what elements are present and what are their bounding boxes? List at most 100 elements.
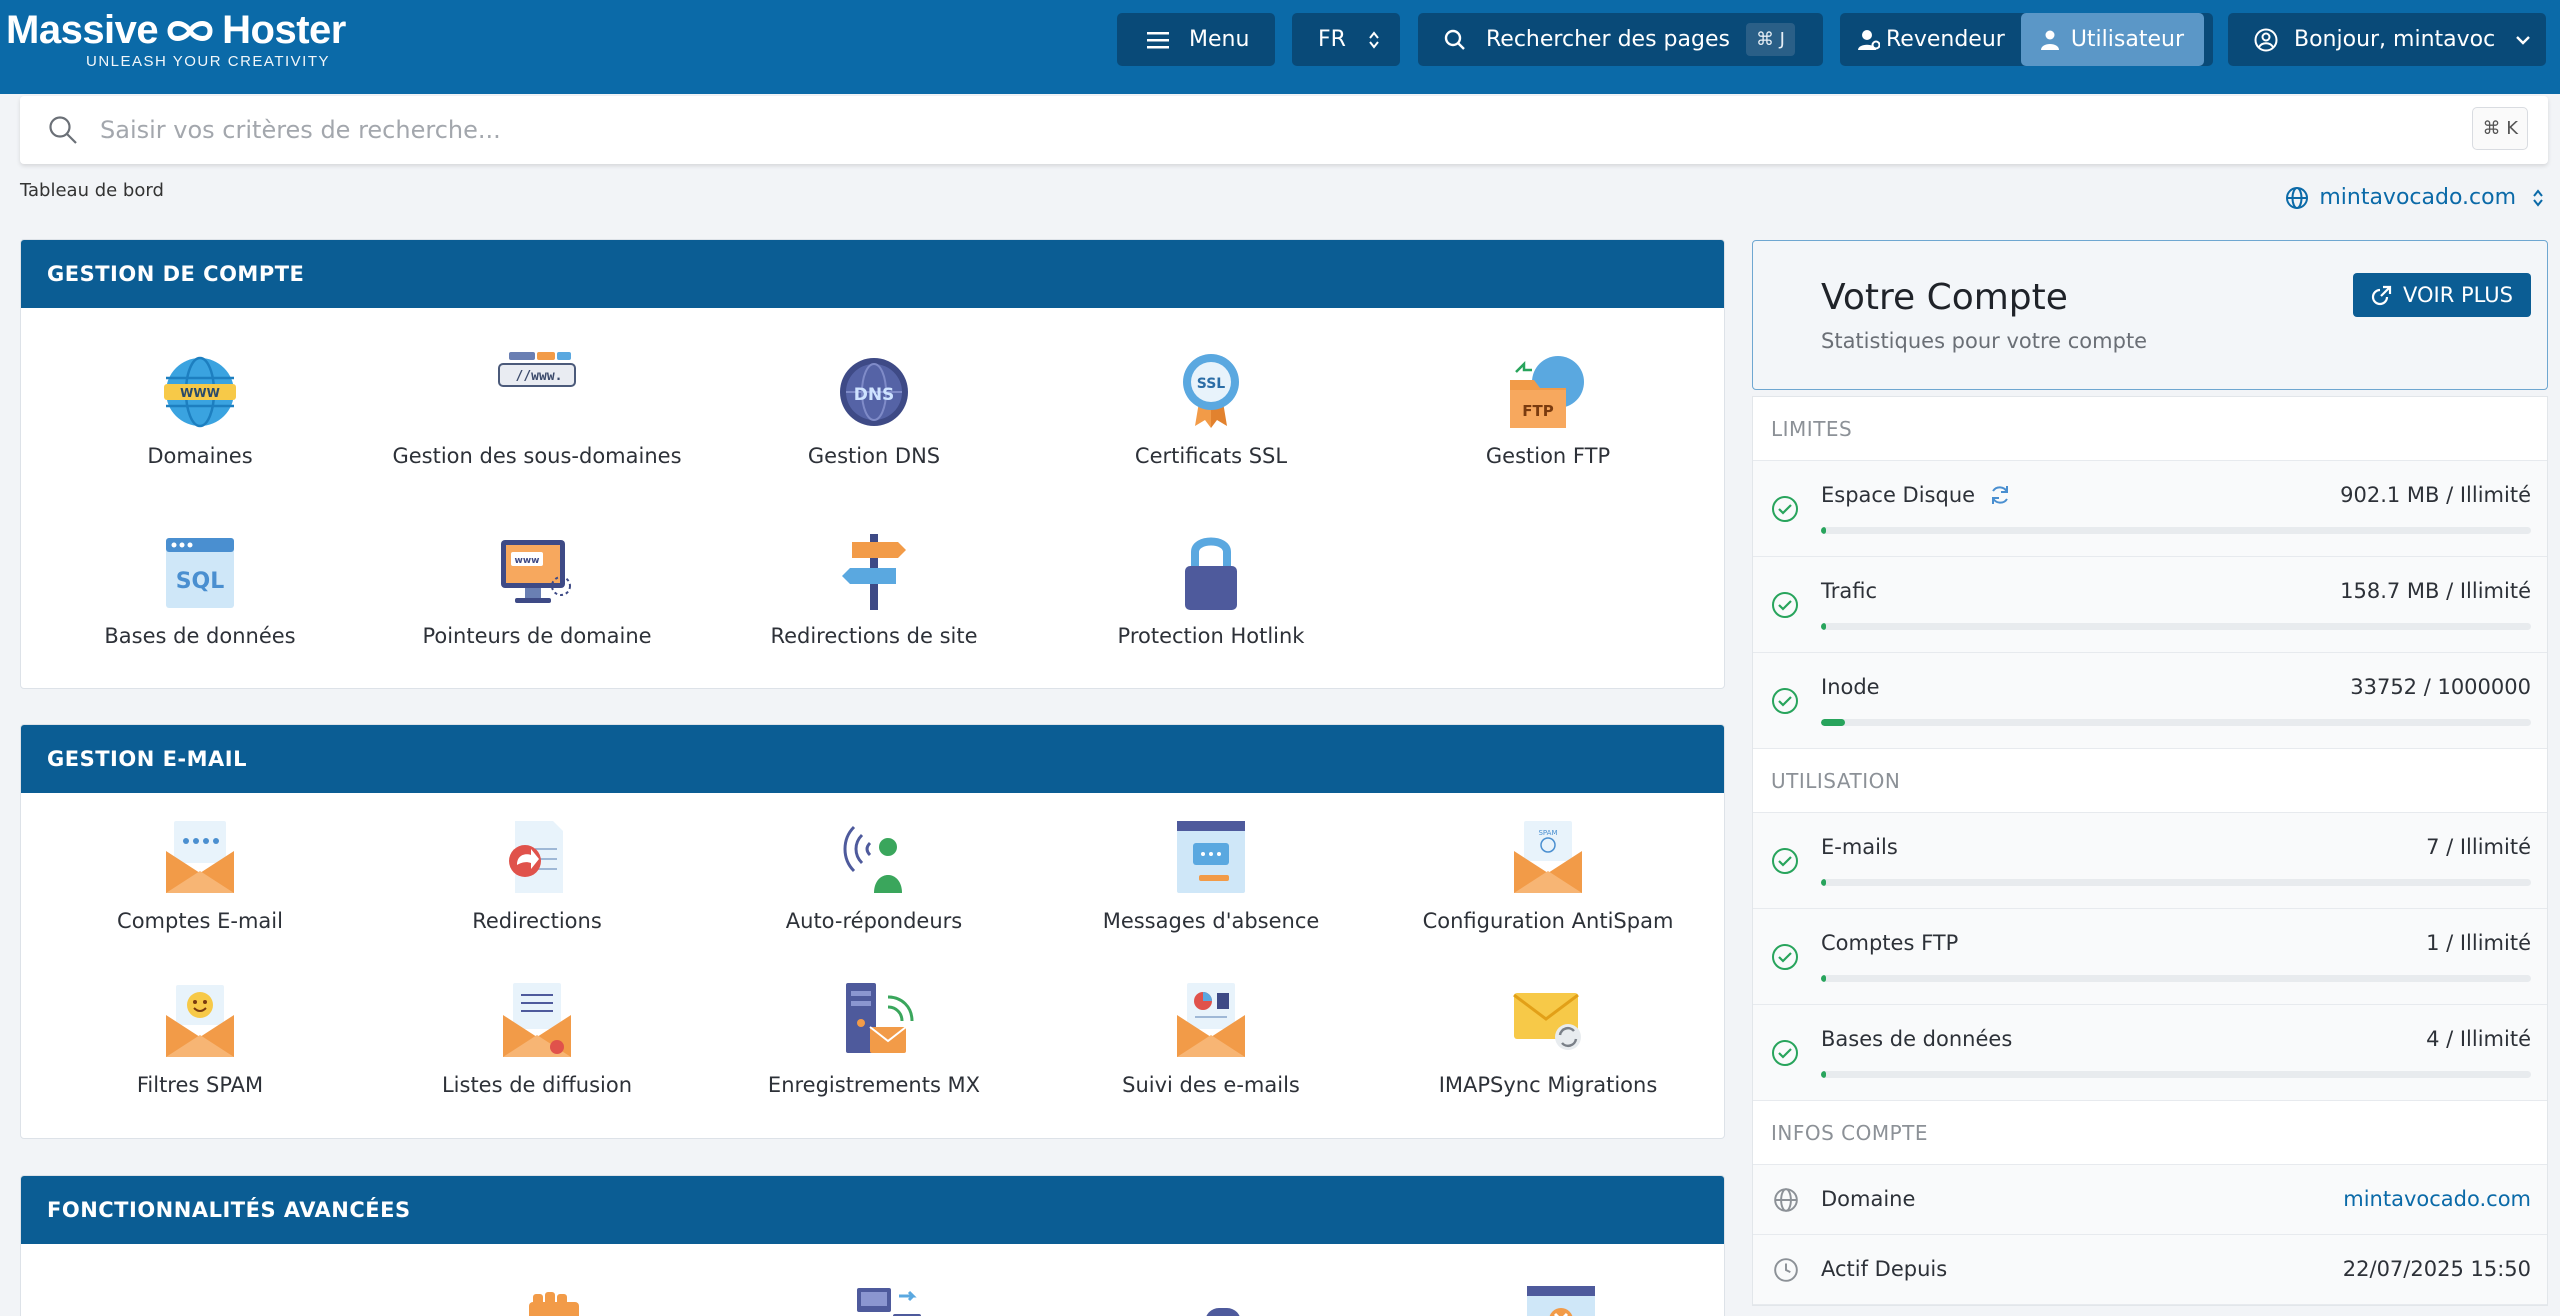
stat-value: 1 / Illimité — [2426, 931, 2531, 955]
stat-progress-fill — [1821, 527, 1826, 534]
globe-icon — [1774, 1188, 1798, 1212]
account-card-title: Votre Compte — [1821, 277, 2068, 318]
tile-spam-filters[interactable]: Filtres SPAM — [32, 979, 368, 1102]
tile-label: Enregistrements MX — [767, 1073, 981, 1097]
stat-progress-fill — [1821, 623, 1826, 630]
spam-filter-icon — [166, 985, 234, 1057]
clock-icon — [1774, 1258, 1798, 1282]
brand-logo[interactable]: Massive Hoster UNLEASH YOUR CREATIVITY — [6, 8, 346, 70]
stat-name: E-mails — [1821, 835, 1898, 859]
search-icon — [1444, 29, 1465, 50]
role-reseller-label: Revendeur — [1886, 27, 2005, 52]
page-search-button[interactable]: Rechercher des pages ⌘ J — [1418, 13, 1823, 66]
stat-value: 902.1 MB / Illimité — [2340, 483, 2531, 507]
breadcrumb[interactable]: Tableau de bord — [20, 180, 164, 201]
tile-email-accounts[interactable]: Comptes E-mail — [32, 815, 368, 938]
menu-label: Menu — [1189, 27, 1250, 52]
globe-www-icon: WWW — [164, 356, 236, 428]
tile-label: Protection Hotlink — [1117, 624, 1305, 648]
tile-label: Gestion DNS — [807, 444, 941, 468]
domain-selector[interactable]: mintavocado.com — [2285, 185, 2544, 210]
account-summary-card: Votre Compte Statistiques pour votre com… — [1752, 240, 2548, 390]
tile-label: Configuration AntiSpam — [1422, 909, 1674, 933]
refresh-icon[interactable] — [1989, 484, 2011, 506]
dns-icon: DNS — [840, 358, 908, 426]
hand-icon[interactable] — [519, 1290, 589, 1316]
tile-imapsync[interactable]: IMAPSync Migrations — [1380, 979, 1716, 1102]
tile-domain-pointers[interactable]: www Pointeurs de domaine — [369, 530, 705, 653]
stat-value: 7 / Illimité — [2426, 835, 2531, 859]
tile-site-redirects[interactable]: Redirections de site — [706, 530, 1042, 653]
tile-dns[interactable]: DNS Gestion DNS — [706, 350, 1042, 473]
tile-mailing-lists[interactable]: Listes de diffusion — [369, 979, 705, 1102]
account-info-section-title: INFOS COMPTE — [1753, 1101, 2547, 1165]
info-value-domain-link[interactable]: mintavocado.com — [2343, 1187, 2531, 1211]
language-label: FR — [1318, 27, 1346, 52]
advanced-feature-icon[interactable] — [191, 1300, 231, 1316]
tile-antispam-config[interactable]: SPAM Configuration AntiSpam — [1380, 815, 1716, 938]
stat-name: Comptes FTP — [1821, 931, 1959, 955]
stat-progress-bar — [1821, 623, 2531, 630]
email-management-title: GESTION E-MAIL — [21, 725, 1724, 793]
tile-label: Certificats SSL — [1134, 444, 1288, 468]
chevron-updown-icon — [1369, 30, 1379, 49]
stat-progress-fill — [1821, 879, 1826, 886]
tile-label: Comptes E-mail — [117, 909, 283, 933]
user-icon — [2040, 30, 2059, 50]
account-management-title: GESTION DE COMPTE — [21, 240, 1724, 308]
email-tracking-icon — [1177, 983, 1245, 1057]
svg-text:SSL: SSL — [1197, 376, 1226, 392]
check-circle-icon — [1772, 592, 1798, 618]
stat-row-emails: E-mails 7 / Illimité — [1753, 813, 2547, 909]
check-circle-icon — [1772, 944, 1798, 970]
tile-hotlink-protection[interactable]: Protection Hotlink — [1043, 530, 1379, 653]
tile-ftp[interactable]: FTP Gestion FTP — [1380, 350, 1716, 473]
menu-button[interactable]: Menu — [1117, 13, 1275, 66]
robot-icon[interactable] — [1193, 1298, 1253, 1316]
role-user-button[interactable]: Utilisateur — [2020, 13, 2204, 66]
view-more-button[interactable]: VOIR PLUS — [2352, 273, 2531, 317]
language-select[interactable]: FR — [1292, 13, 1400, 66]
user-menu-button[interactable]: Bonjour, mintavoc — [2228, 13, 2546, 66]
tile-email-forwarders[interactable]: Redirections — [369, 815, 705, 938]
tile-label: Filtres SPAM — [136, 1073, 264, 1097]
tile-autoresponders[interactable]: Auto-répondeurs — [706, 815, 1042, 938]
info-value: 22/07/2025 15:50 — [2342, 1257, 2531, 1281]
infinity-logo-icon — [167, 20, 213, 41]
role-reseller-button[interactable]: Revendeur — [1846, 19, 2017, 60]
svg-text:SPAM: SPAM — [1538, 829, 1557, 837]
tile-email-tracking[interactable]: Suivi des e-mails — [1043, 979, 1379, 1102]
stat-row-ftp-accounts: Comptes FTP 1 / Illimité — [1753, 909, 2547, 1005]
stat-name: Bases de données — [1821, 1027, 2013, 1051]
stat-value: 33752 / 1000000 — [2350, 675, 2531, 699]
tile-subdomains[interactable]: //www. Gestion des sous-domaines — [369, 350, 705, 473]
svg-text:FTP: FTP — [1522, 402, 1553, 420]
tile-away-messages[interactable]: Messages d'absence — [1043, 815, 1379, 938]
tile-label: Redirections — [472, 909, 602, 933]
tile-databases[interactable]: SQL Bases de données — [32, 530, 368, 653]
hamburger-icon — [1147, 31, 1169, 48]
stat-progress-bar — [1821, 1071, 2531, 1078]
check-circle-icon — [1772, 688, 1798, 714]
stat-row-databases: Bases de données 4 / Illimité — [1753, 1005, 2547, 1101]
stat-row-traffic: Trafic 158.7 MB / Illimité — [1753, 557, 2547, 653]
brand-name-right: Hoster — [222, 8, 346, 52]
svg-text:SQL: SQL — [176, 569, 225, 594]
sql-database-icon: SQL — [166, 538, 234, 608]
info-row-domain: Domaine mintavocado.com — [1753, 1165, 2547, 1235]
stat-progress-bar — [1821, 719, 2531, 726]
stat-progress-fill — [1821, 719, 1846, 726]
globe-icon — [2286, 186, 2309, 209]
tile-mx-records[interactable]: Enregistrements MX — [706, 979, 1042, 1102]
info-name: Actif Depuis — [1821, 1257, 1948, 1281]
away-message-icon — [1177, 821, 1245, 893]
tile-domains[interactable]: WWW Domaines — [32, 350, 368, 473]
tile-ssl[interactable]: SSL Certificats SSL — [1043, 350, 1379, 473]
error-window-icon[interactable] — [1525, 1284, 1597, 1316]
chevron-updown-icon — [2533, 188, 2543, 207]
user-circle-icon — [2254, 28, 2278, 51]
stat-progress-bar — [1821, 975, 2531, 982]
mx-record-icon — [846, 983, 914, 1053]
global-search-input[interactable] — [100, 116, 2400, 144]
network-transfer-icon[interactable] — [853, 1284, 925, 1316]
